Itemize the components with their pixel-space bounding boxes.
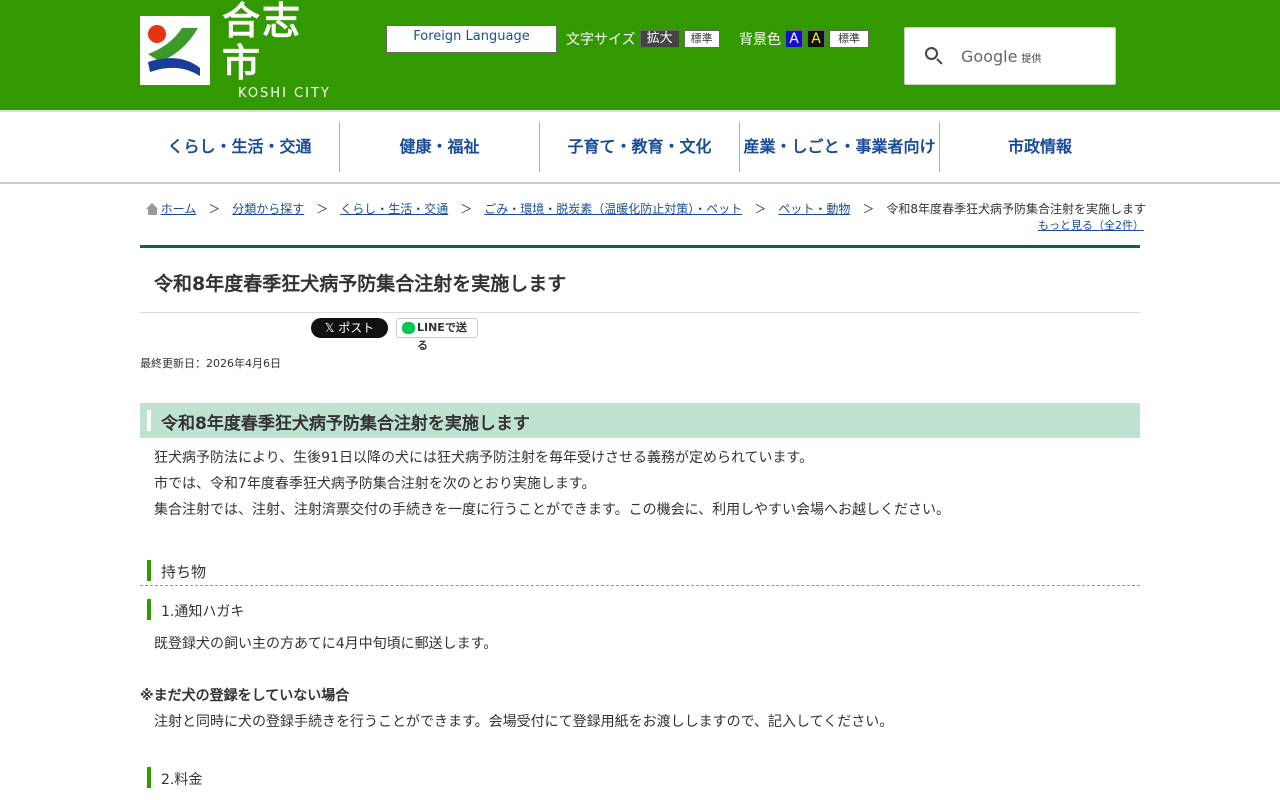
nav-item-childcare[interactable]: 子育て・教育・文化 bbox=[540, 122, 740, 172]
search-brand-suffix: 提供 bbox=[1021, 53, 1042, 65]
subheading-postcard: 1.通知ハガキ bbox=[140, 599, 1140, 621]
breadcrumb-separator: ＞ bbox=[754, 202, 767, 216]
unregistered-note-title: ※まだ犬の登録をしていない場合 bbox=[140, 688, 350, 704]
breadcrumb-link-life[interactable]: くらし・生活・交通 bbox=[340, 200, 448, 217]
google-logo-text: Google bbox=[961, 46, 1018, 66]
subheading-fee-text: 2.料金 bbox=[161, 772, 203, 788]
search-icon[interactable] bbox=[923, 45, 945, 67]
breadcrumb-link-environment[interactable]: ごみ・環境・脱炭素（温暖化防止対策）・ペット bbox=[484, 200, 742, 217]
intro-paragraph: 狂犬病予防法により、生後91日以降の犬には狂犬病予防注射を毎年受けさせる義務が定… bbox=[154, 450, 814, 466]
subheading-fee: 2.料金 bbox=[140, 767, 1140, 789]
bg-blue-button[interactable]: A bbox=[785, 30, 803, 48]
breadcrumb-separator: ＞ bbox=[862, 202, 875, 216]
foreign-language-button[interactable]: Foreign Language bbox=[386, 25, 557, 53]
subheading-items-text: 持ち物 bbox=[161, 563, 207, 581]
nav-item-cityinfo[interactable]: 市政情報 bbox=[940, 122, 1140, 172]
breadcrumb-current: 令和8年度春季狂犬病予防集合注射を実施します bbox=[886, 202, 1146, 216]
bg-color-label: 背景色 bbox=[739, 32, 781, 48]
site-logo[interactable]: 合志市 KOSHI CITY bbox=[140, 0, 340, 101]
breadcrumb: ホーム ＞ 分類から探す ＞ くらし・生活・交通 ＞ ごみ・環境・脱炭素（温暖化… bbox=[146, 200, 1146, 217]
nav-item-industry[interactable]: 産業・しごと・事業者向け bbox=[740, 122, 940, 172]
postcard-paragraph: 既登録犬の飼い主の方あてに4月中旬頃に郵送します。 bbox=[154, 636, 498, 652]
breadcrumb-separator: ＞ bbox=[460, 202, 473, 216]
subheading-items: 持ち物 bbox=[140, 560, 1140, 586]
share-line-button[interactable]: LINEで送る bbox=[396, 318, 478, 352]
page-title-bar: 令和8年度春季狂犬病予防集合注射を実施します bbox=[140, 245, 1140, 313]
section-heading-text: 令和8年度春季狂犬病予防集合注射を実施します bbox=[161, 414, 530, 434]
share-x-button[interactable]: 𝕏 ポスト bbox=[311, 318, 388, 338]
nav-item-health[interactable]: 健康・福祉 bbox=[340, 122, 540, 172]
share-line-label: LINEで送る bbox=[417, 321, 467, 352]
section-heading: 令和8年度春季狂犬病予防集合注射を実施します bbox=[140, 403, 1140, 438]
site-header: 合志市 KOSHI CITY Foreign Language 文字サイズ 拡大… bbox=[0, 0, 1280, 110]
intro-paragraph: 集合注射では、注射、注射済票交付の手続きを一度に行うことができます。この機会に、… bbox=[154, 502, 951, 518]
search-brand: Google 提供 bbox=[961, 47, 1041, 66]
line-icon bbox=[402, 322, 415, 334]
intro-paragraph: 市では、令和7年度春季狂犬病予防集合注射を次のとおり実施します。 bbox=[154, 476, 596, 492]
breadcrumb-link-category[interactable]: 分類から探す bbox=[232, 200, 304, 217]
global-nav: くらし・生活・交通 健康・福祉 子育て・教育・文化 産業・しごと・事業者向け 市… bbox=[0, 110, 1280, 184]
font-size-label: 文字サイズ bbox=[566, 32, 636, 48]
city-emblem-icon bbox=[140, 15, 210, 85]
unregistered-paragraph: 注射と同時に犬の登録手続きを行うことができます。会場受付にて登録用紙をお渡ししま… bbox=[154, 714, 894, 730]
background-color-controls: 背景色 A A 標準 bbox=[739, 29, 869, 49]
bg-black-button[interactable]: A bbox=[807, 30, 825, 48]
font-size-controls: 文字サイズ 拡大 標準 bbox=[566, 29, 720, 49]
breadcrumb-link-pets[interactable]: ペット・動物 bbox=[778, 200, 850, 217]
subheading-postcard-text: 1.通知ハガキ bbox=[161, 604, 245, 620]
breadcrumb-more-link[interactable]: もっと見る（全2件） bbox=[1038, 217, 1144, 233]
logo-text: 合志市 bbox=[222, 0, 303, 85]
page-title: 令和8年度春季狂犬病予防集合注射を実施します bbox=[154, 273, 567, 295]
font-size-enlarge-button[interactable]: 拡大 bbox=[639, 30, 680, 48]
home-icon bbox=[146, 202, 158, 215]
logo-subtext: KOSHI CITY bbox=[238, 85, 331, 101]
breadcrumb-link-home[interactable]: ホーム bbox=[161, 200, 197, 217]
breadcrumb-separator: ＞ bbox=[208, 202, 221, 216]
last-updated: 最終更新日：2026年4月6日 bbox=[140, 357, 281, 370]
bg-standard-button[interactable]: 標準 bbox=[829, 30, 869, 48]
site-search-box[interactable]: Google 提供 bbox=[904, 27, 1116, 85]
nav-item-life[interactable]: くらし・生活・交通 bbox=[140, 122, 340, 172]
font-size-standard-button[interactable]: 標準 bbox=[683, 30, 720, 48]
breadcrumb-separator: ＞ bbox=[316, 202, 329, 216]
